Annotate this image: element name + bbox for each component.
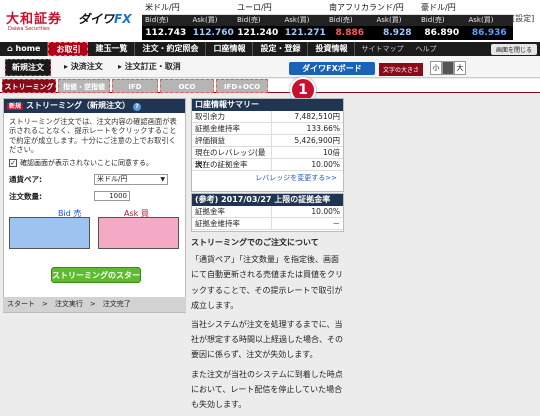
bid-label: Bid(売) (329, 16, 353, 24)
help-link[interactable]: ヘルプ (409, 44, 442, 54)
summary-row: 現在の証拠金率 10.00% (192, 159, 343, 171)
nav-positions[interactable]: 建玉一覧 (88, 42, 136, 56)
quantity-input[interactable]: 1000 (94, 191, 130, 202)
ask-label: Ask(買) (468, 16, 494, 24)
nav-account-info[interactable]: 口座情報 (206, 42, 254, 56)
order-step-indicator: スタート > 注文実行 > 注文完了 (3, 297, 186, 312)
notice-paragraph: 「通貨ペア」「注文数量」を指定後、画面にて自動更新される売値または買値をクリック… (191, 255, 343, 310)
ask-buy-button[interactable] (98, 217, 179, 249)
nav-investment-info[interactable]: 投資情報 (308, 42, 356, 56)
close-window-button[interactable]: 画面を閉じる (490, 43, 537, 55)
ask-label: Ask(買) (376, 16, 402, 24)
pair-name: 米ドル/円 (142, 1, 237, 15)
modify-cancel-link[interactable]: ▸ 注文訂正・取消 (118, 61, 181, 72)
nav-home[interactable]: ⌂ home (0, 42, 49, 56)
tab-streaming[interactable]: ストリーミング (2, 79, 56, 93)
reference-title: (参考) 2017/03/27 上限の証拠金率 (192, 194, 343, 206)
summary-row: 証拠金維持率 133.66% (192, 123, 343, 135)
qty-row: 注文数量: 1000 (4, 188, 185, 205)
fx-board-button[interactable]: ダイワFXボード (289, 62, 375, 75)
bid-price[interactable]: 112.743 (142, 26, 190, 40)
reference-row: 証拠金率 10.00% (192, 206, 343, 218)
ask-price[interactable]: 121.271 (282, 26, 330, 40)
daiwa-logo-subtitle: Daiwa Securities (8, 26, 50, 32)
pair-name: ユーロ/円 (234, 1, 329, 15)
rate-panel-usdjpy[interactable]: 米ドル/円 Bid(売) Ask(買) 112.743 112.760 (142, 1, 237, 41)
summary-title: 口座情報サマリー (192, 99, 343, 111)
font-medium-button[interactable] (442, 61, 454, 75)
notice-paragraph: 当社システムが注文を処理するまでに、当社が想定する時間以上経過した場合、その要因… (191, 320, 343, 360)
bid-price[interactable]: 121.240 (234, 26, 282, 40)
font-size-label: 文字の大きさ (379, 63, 424, 76)
tab-limit-stop[interactable]: 指値・逆指値 (58, 79, 110, 93)
new-badge: 新規 (7, 103, 24, 110)
bid-price[interactable]: 86.890 (418, 26, 466, 40)
bid-label: Bid(売) (421, 16, 445, 24)
daiwa-logo[interactable]: 大和証券 (6, 8, 62, 27)
new-order-link[interactable]: 新規注文 (5, 59, 51, 76)
pair-label: 通貨ペア: (9, 174, 42, 184)
tab-oco[interactable]: OCO (160, 79, 214, 93)
nav-order-history[interactable]: 注文・約定照会 (135, 42, 207, 56)
help-icon[interactable]: ? (133, 103, 142, 111)
nav-trading[interactable]: お取引 (48, 42, 89, 56)
main-nav: ⌂ home お取引 建玉一覧 注文・約定照会 口座情報 設定・登録 投資情報 … (0, 42, 540, 56)
bid-sell-button[interactable] (9, 217, 90, 249)
ask-label: Ask(買) (284, 16, 310, 24)
start-streaming-button[interactable]: ストリーミングのスタート (51, 267, 141, 296)
summary-row: 取引余力 7,482,510円 (192, 111, 343, 123)
reference-margin-panel: (参考) 2017/03/27 上限の証拠金率 証拠金率 10.00% 証拠金維持… (191, 193, 344, 232)
settings-link[interactable]: [設定] (512, 13, 534, 24)
settlement-order-link[interactable]: ▸ 決済注文 (64, 61, 103, 72)
font-small-button[interactable]: 小 (430, 61, 442, 75)
panel-description: ストリーミング注文では、注文内容の確認画面が表示されることなく、提示レートをクリ… (9, 117, 177, 155)
account-summary-panel: 口座情報サマリー 取引余力 7,482,510円 証拠金維持率 133.66% 評価… (191, 98, 344, 192)
bid-price[interactable]: 8.886 (326, 26, 374, 40)
rate-panel-audjpy[interactable]: 豪ドル/円 Bid(売) Ask(買) 86.890 86.936 (418, 1, 513, 41)
ask-price[interactable]: 86.936 (466, 26, 514, 40)
ask-price[interactable]: 112.760 (190, 26, 238, 40)
nav-settings[interactable]: 設定・登録 (253, 42, 309, 56)
notice-title: ストリーミングでのご注文について (191, 238, 319, 247)
summary-row: 評価損益 5,426,900円 (192, 135, 343, 147)
daiwa-fx-logo[interactable]: ダイワFX (78, 10, 131, 27)
checkbox-icon[interactable]: ✓ (9, 158, 17, 167)
tab-ifd[interactable]: IFD (112, 79, 158, 93)
confirm-checkbox-row[interactable]: ✓ 確認画面が表示されないことに同意する。 (4, 155, 185, 171)
rate-panel-zarjpy[interactable]: 南アフリカランド/円 Bid(売) Ask(買) 8.886 8.928 (326, 1, 421, 41)
ask-price[interactable]: 8.928 (374, 26, 422, 40)
site-map-link[interactable]: サイトマップ (355, 44, 409, 54)
font-large-button[interactable]: 大 (454, 61, 466, 75)
ask-label: Ask(買) (192, 16, 218, 24)
bid-label: Bid(売) (237, 16, 261, 24)
order-type-tabs: ストリーミング 指値・逆指値 IFD OCO IFD+OCO (0, 79, 540, 93)
pair-name: 南アフリカランド/円 (326, 1, 421, 15)
panel-header: 新規 ストリーミング（新規注文）? (4, 99, 185, 113)
rate-panel-eurjpy[interactable]: ユーロ/円 Bid(売) Ask(買) 121.240 121.271 (234, 1, 329, 41)
change-leverage-link[interactable]: レバレッジを変更する>> (192, 171, 343, 185)
streaming-notice: ストリーミングでのご注文について 「通貨ペア」「注文数量」を指定後、画面にて自動… (191, 235, 344, 416)
tab-ifd-oco[interactable]: IFD+OCO (216, 79, 268, 93)
pair-name: 豪ドル/円 (418, 1, 513, 15)
currency-pair-select[interactable]: 米ドル/円 (94, 173, 168, 185)
header-bar: 大和証券 Daiwa Securities ダイワFX 米ドル/円 Bid(売)… (0, 0, 540, 42)
checkbox-label: 確認画面が表示されないことに同意する。 (20, 158, 153, 167)
pair-row: 通貨ペア: 米ドル/円 (4, 171, 185, 188)
summary-row: 現在のレバレッジ(最大) 10倍 (192, 147, 343, 169)
panel-title: ストリーミング（新規注文） (26, 101, 131, 110)
bid-label: Bid(売) (145, 16, 169, 24)
reference-row: 証拠金維持率－ (192, 218, 343, 230)
notice-paragraph: また注文が当社のシステムに到着した時点において、レート配信を停止していた場合も失… (191, 369, 343, 410)
quantity-label: 注文数量: (9, 191, 42, 201)
